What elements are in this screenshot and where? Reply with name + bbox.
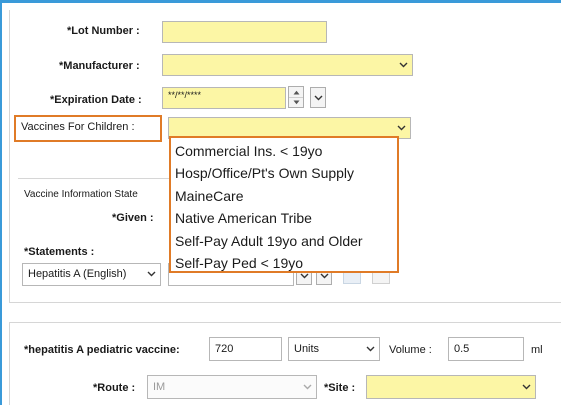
manufacturer-label: *Manufacturer : [59, 60, 140, 72]
spin-down-icon[interactable] [289, 97, 303, 107]
dose-units-value: Units [294, 343, 320, 355]
chevron-down-icon [301, 376, 313, 398]
vfc-option[interactable]: Self-Pay Adult 19yo and Older [175, 230, 393, 252]
volume-input[interactable]: 0.5 [448, 337, 524, 361]
expiration-date-label: *Expiration Date : [50, 94, 142, 106]
chevron-down-icon [395, 118, 407, 138]
vfc-option[interactable]: MaineCare [175, 185, 393, 207]
route-value: IM [153, 381, 166, 393]
expiration-date-input[interactable]: **/**/**** [162, 87, 286, 109]
chevron-down-icon [397, 55, 409, 75]
route-label: *Route : [93, 382, 136, 394]
volume-label: Volume : [389, 344, 432, 356]
vfc-option[interactable]: Hosp/Office/Pt's Own Supply [175, 162, 393, 184]
statement-value: Hepatitis A (English) [28, 268, 127, 280]
chevron-down-icon [364, 338, 376, 360]
volume-unit-label: ml [531, 344, 543, 356]
manufacturer-select[interactable] [162, 54, 413, 76]
vfc-label: Vaccines For Children : [21, 121, 135, 133]
vfc-option[interactable]: Self-Pay Ped < 19yo [175, 252, 393, 274]
chevron-down-icon [314, 95, 322, 100]
vaccine-dose-label: *hepatitis A pediatric vaccine: [24, 344, 180, 356]
site-select[interactable] [366, 375, 536, 399]
lot-number-input[interactable] [162, 21, 327, 43]
vis-section-divider [18, 178, 170, 179]
vis-section-label: Vaccine Information State [24, 189, 138, 200]
statement-select[interactable]: Hepatitis A (English) [22, 263, 161, 286]
vfc-dropdown-list: Commercial Ins. < 19yo Hosp/Office/Pt's … [169, 136, 399, 273]
window-top-border [0, 0, 561, 3]
vfc-option[interactable]: Commercial Ins. < 19yo [175, 140, 393, 162]
vfc-option[interactable]: Native American Tribe [175, 207, 393, 229]
dose-units-select[interactable]: Units [288, 337, 380, 361]
expiration-date-calendar-button[interactable] [310, 87, 326, 108]
window-left-border [0, 0, 2, 405]
expiration-date-spinner[interactable] [288, 86, 304, 108]
dose-amount-input[interactable]: 720 [209, 337, 282, 361]
route-select[interactable]: IM [147, 375, 317, 399]
site-label: *Site : [324, 382, 356, 394]
chevron-down-icon [520, 376, 532, 398]
given-label: *Given : [112, 212, 154, 224]
chevron-down-icon [145, 264, 157, 284]
statements-label: *Statements : [24, 246, 95, 258]
lot-number-label: *Lot Number : [67, 25, 140, 37]
